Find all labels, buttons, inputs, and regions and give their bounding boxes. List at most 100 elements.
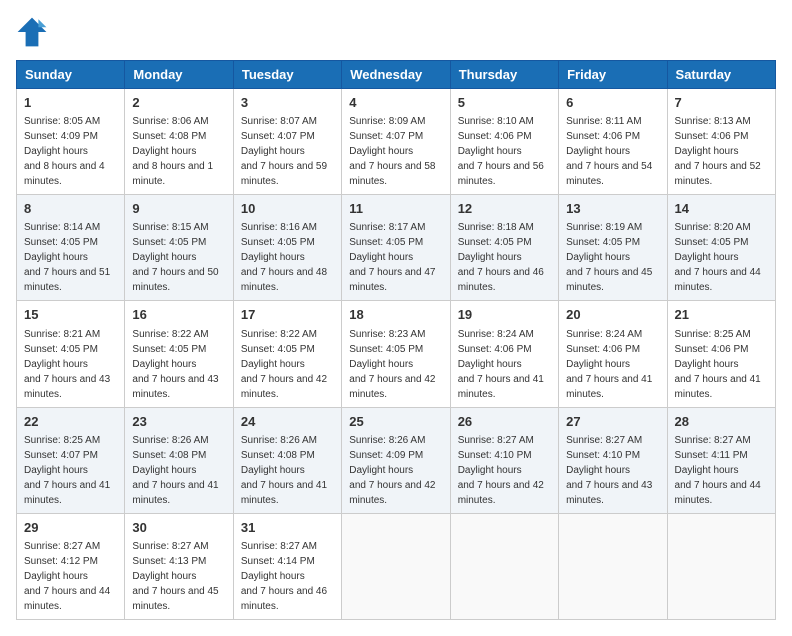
day-info: Sunrise: 8:25 AMSunset: 4:06 PMDaylight … [675,329,761,400]
day-info: Sunrise: 8:22 AMSunset: 4:05 PMDaylight … [132,329,218,400]
day-number: 17 [241,306,334,324]
page-header [16,16,776,48]
calendar-week-row: 22 Sunrise: 8:25 AMSunset: 4:07 PMDaylig… [17,407,776,513]
day-number: 11 [349,200,442,218]
day-number: 27 [566,413,659,431]
day-number: 5 [458,94,551,112]
day-number: 8 [24,200,117,218]
day-number: 23 [132,413,225,431]
day-number: 6 [566,94,659,112]
calendar-cell: 29 Sunrise: 8:27 AMSunset: 4:12 PMDaylig… [17,513,125,619]
day-number: 19 [458,306,551,324]
day-number: 9 [132,200,225,218]
calendar-cell: 30 Sunrise: 8:27 AMSunset: 4:13 PMDaylig… [125,513,233,619]
day-number: 13 [566,200,659,218]
day-info: Sunrise: 8:24 AMSunset: 4:06 PMDaylight … [566,329,652,400]
day-number: 7 [675,94,768,112]
logo-icon [16,16,48,48]
calendar-cell: 17 Sunrise: 8:22 AMSunset: 4:05 PMDaylig… [233,301,341,407]
day-info: Sunrise: 8:15 AMSunset: 4:05 PMDaylight … [132,222,218,293]
calendar-week-row: 29 Sunrise: 8:27 AMSunset: 4:12 PMDaylig… [17,513,776,619]
calendar-cell: 12 Sunrise: 8:18 AMSunset: 4:05 PMDaylig… [450,195,558,301]
calendar-cell: 1 Sunrise: 8:05 AMSunset: 4:09 PMDayligh… [17,89,125,195]
day-number: 21 [675,306,768,324]
calendar-cell: 27 Sunrise: 8:27 AMSunset: 4:10 PMDaylig… [559,407,667,513]
calendar-cell: 16 Sunrise: 8:22 AMSunset: 4:05 PMDaylig… [125,301,233,407]
day-number: 15 [24,306,117,324]
day-number: 31 [241,519,334,537]
day-number: 2 [132,94,225,112]
calendar-cell [342,513,450,619]
calendar-cell: 21 Sunrise: 8:25 AMSunset: 4:06 PMDaylig… [667,301,775,407]
day-info: Sunrise: 8:23 AMSunset: 4:05 PMDaylight … [349,329,435,400]
day-number: 1 [24,94,117,112]
day-info: Sunrise: 8:26 AMSunset: 4:09 PMDaylight … [349,435,435,506]
calendar-cell: 5 Sunrise: 8:10 AMSunset: 4:06 PMDayligh… [450,89,558,195]
header-sunday: Sunday [17,61,125,89]
calendar-cell: 14 Sunrise: 8:20 AMSunset: 4:05 PMDaylig… [667,195,775,301]
day-number: 26 [458,413,551,431]
calendar-cell: 13 Sunrise: 8:19 AMSunset: 4:05 PMDaylig… [559,195,667,301]
day-number: 3 [241,94,334,112]
day-info: Sunrise: 8:19 AMSunset: 4:05 PMDaylight … [566,222,652,293]
calendar-cell [667,513,775,619]
day-number: 18 [349,306,442,324]
day-info: Sunrise: 8:13 AMSunset: 4:06 PMDaylight … [675,116,761,187]
day-info: Sunrise: 8:09 AMSunset: 4:07 PMDaylight … [349,116,435,187]
day-info: Sunrise: 8:21 AMSunset: 4:05 PMDaylight … [24,329,110,400]
day-number: 14 [675,200,768,218]
day-info: Sunrise: 8:27 AMSunset: 4:10 PMDaylight … [566,435,652,506]
day-number: 16 [132,306,225,324]
calendar-header-row: SundayMondayTuesdayWednesdayThursdayFrid… [17,61,776,89]
day-info: Sunrise: 8:26 AMSunset: 4:08 PMDaylight … [132,435,218,506]
calendar-cell: 20 Sunrise: 8:24 AMSunset: 4:06 PMDaylig… [559,301,667,407]
day-number: 28 [675,413,768,431]
day-info: Sunrise: 8:24 AMSunset: 4:06 PMDaylight … [458,329,544,400]
day-info: Sunrise: 8:27 AMSunset: 4:12 PMDaylight … [24,541,110,612]
calendar-cell: 3 Sunrise: 8:07 AMSunset: 4:07 PMDayligh… [233,89,341,195]
calendar-cell: 24 Sunrise: 8:26 AMSunset: 4:08 PMDaylig… [233,407,341,513]
day-number: 25 [349,413,442,431]
calendar-cell: 11 Sunrise: 8:17 AMSunset: 4:05 PMDaylig… [342,195,450,301]
day-info: Sunrise: 8:14 AMSunset: 4:05 PMDaylight … [24,222,110,293]
header-monday: Monday [125,61,233,89]
day-info: Sunrise: 8:22 AMSunset: 4:05 PMDaylight … [241,329,327,400]
day-info: Sunrise: 8:11 AMSunset: 4:06 PMDaylight … [566,116,652,187]
header-tuesday: Tuesday [233,61,341,89]
calendar-cell: 19 Sunrise: 8:24 AMSunset: 4:06 PMDaylig… [450,301,558,407]
day-number: 10 [241,200,334,218]
day-info: Sunrise: 8:27 AMSunset: 4:10 PMDaylight … [458,435,544,506]
header-wednesday: Wednesday [342,61,450,89]
calendar-cell: 28 Sunrise: 8:27 AMSunset: 4:11 PMDaylig… [667,407,775,513]
day-info: Sunrise: 8:27 AMSunset: 4:14 PMDaylight … [241,541,327,612]
header-friday: Friday [559,61,667,89]
calendar-week-row: 8 Sunrise: 8:14 AMSunset: 4:05 PMDayligh… [17,195,776,301]
calendar-cell: 22 Sunrise: 8:25 AMSunset: 4:07 PMDaylig… [17,407,125,513]
header-thursday: Thursday [450,61,558,89]
logo [16,16,52,48]
calendar-cell: 25 Sunrise: 8:26 AMSunset: 4:09 PMDaylig… [342,407,450,513]
day-number: 22 [24,413,117,431]
calendar-cell: 6 Sunrise: 8:11 AMSunset: 4:06 PMDayligh… [559,89,667,195]
calendar-cell: 26 Sunrise: 8:27 AMSunset: 4:10 PMDaylig… [450,407,558,513]
calendar-cell: 23 Sunrise: 8:26 AMSunset: 4:08 PMDaylig… [125,407,233,513]
calendar-cell [450,513,558,619]
day-number: 24 [241,413,334,431]
day-info: Sunrise: 8:20 AMSunset: 4:05 PMDaylight … [675,222,761,293]
calendar-cell: 31 Sunrise: 8:27 AMSunset: 4:14 PMDaylig… [233,513,341,619]
day-info: Sunrise: 8:18 AMSunset: 4:05 PMDaylight … [458,222,544,293]
day-info: Sunrise: 8:27 AMSunset: 4:11 PMDaylight … [675,435,761,506]
day-info: Sunrise: 8:17 AMSunset: 4:05 PMDaylight … [349,222,435,293]
day-info: Sunrise: 8:26 AMSunset: 4:08 PMDaylight … [241,435,327,506]
day-info: Sunrise: 8:07 AMSunset: 4:07 PMDaylight … [241,116,327,187]
calendar-cell: 8 Sunrise: 8:14 AMSunset: 4:05 PMDayligh… [17,195,125,301]
calendar-cell: 7 Sunrise: 8:13 AMSunset: 4:06 PMDayligh… [667,89,775,195]
day-info: Sunrise: 8:05 AMSunset: 4:09 PMDaylight … [24,116,105,187]
calendar-cell: 18 Sunrise: 8:23 AMSunset: 4:05 PMDaylig… [342,301,450,407]
day-info: Sunrise: 8:16 AMSunset: 4:05 PMDaylight … [241,222,327,293]
calendar-cell: 4 Sunrise: 8:09 AMSunset: 4:07 PMDayligh… [342,89,450,195]
day-info: Sunrise: 8:06 AMSunset: 4:08 PMDaylight … [132,116,213,187]
day-number: 12 [458,200,551,218]
calendar-cell: 15 Sunrise: 8:21 AMSunset: 4:05 PMDaylig… [17,301,125,407]
day-info: Sunrise: 8:10 AMSunset: 4:06 PMDaylight … [458,116,544,187]
